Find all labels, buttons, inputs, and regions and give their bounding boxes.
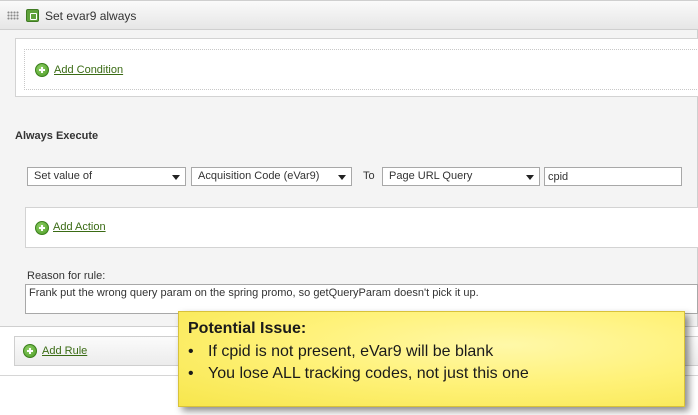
chevron-down-icon bbox=[526, 175, 534, 180]
add-rule-plus-icon[interactable] bbox=[23, 344, 37, 358]
bullet: • bbox=[188, 343, 194, 360]
add-action-link[interactable]: Add Action bbox=[53, 221, 106, 233]
callout-item: • If cpid is not present, eVar9 will be … bbox=[188, 341, 684, 363]
callout-item-text: You lose ALL tracking codes, not just th… bbox=[208, 365, 529, 382]
rule-enabled-checkbox-icon[interactable] bbox=[26, 9, 39, 22]
callout-title: Potential Issue: bbox=[188, 320, 307, 337]
action-source-select[interactable]: Page URL Query bbox=[382, 167, 540, 186]
chevron-down-icon bbox=[172, 175, 180, 180]
rule-header: Set evar9 always bbox=[0, 1, 698, 30]
add-action-plus-icon[interactable] bbox=[35, 221, 49, 235]
add-condition-row: Add Condition bbox=[24, 49, 698, 90]
action-source-value: Page URL Query bbox=[389, 170, 473, 182]
action-variable-select[interactable]: Acquisition Code (eVar9) bbox=[191, 167, 352, 186]
rule-panel: Set evar9 always Add Condition Always Ex… bbox=[0, 0, 698, 327]
bullet: • bbox=[188, 365, 194, 382]
conditions-box: Add Condition bbox=[15, 38, 698, 97]
action-operation-value: Set value of bbox=[34, 170, 93, 182]
to-label: To bbox=[363, 170, 375, 182]
always-execute-heading: Always Execute bbox=[15, 130, 99, 142]
drag-handle-icon[interactable] bbox=[7, 11, 19, 20]
potential-issue-callout: Potential Issue: • If cpid is not presen… bbox=[178, 311, 685, 407]
reason-label: Reason for rule: bbox=[27, 270, 106, 282]
rule-title[interactable]: Set evar9 always bbox=[45, 9, 136, 23]
add-action-row: Add Action bbox=[25, 207, 698, 248]
action-operation-select[interactable]: Set value of bbox=[27, 167, 186, 186]
add-rule-link[interactable]: Add Rule bbox=[42, 345, 87, 357]
action-variable-value: Acquisition Code (eVar9) bbox=[198, 170, 320, 182]
query-param-input[interactable] bbox=[544, 167, 682, 186]
callout-item-text: If cpid is not present, eVar9 will be bl… bbox=[208, 343, 494, 360]
add-condition-link[interactable]: Add Condition bbox=[54, 64, 123, 76]
reason-textarea[interactable]: Frank put the wrong query param on the s… bbox=[25, 284, 698, 314]
chevron-down-icon bbox=[338, 175, 346, 180]
add-condition-plus-icon[interactable] bbox=[35, 63, 49, 77]
callout-item: • You lose ALL tracking codes, not just … bbox=[188, 363, 684, 385]
